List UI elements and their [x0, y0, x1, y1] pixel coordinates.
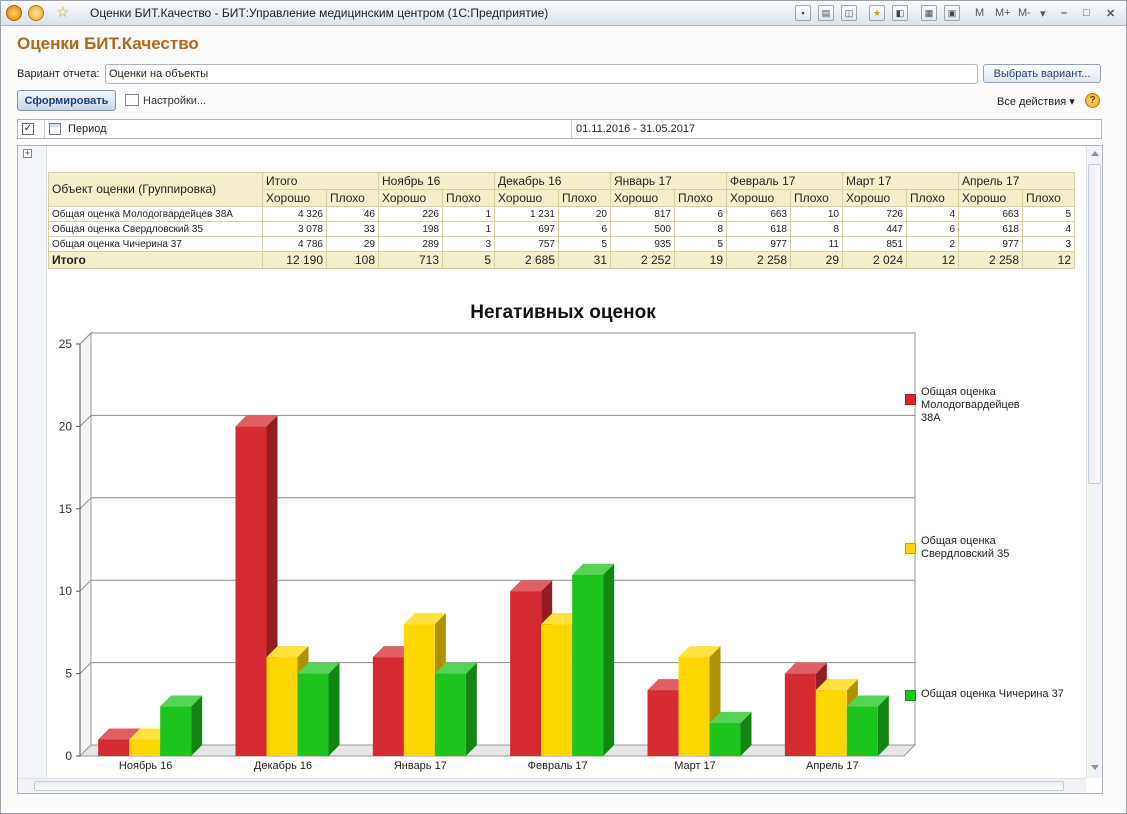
legend-label: Общая оценка Свердловский 35	[921, 535, 1010, 560]
settings-icon[interactable]	[125, 94, 139, 106]
maximize-icon[interactable]: □	[1083, 7, 1090, 19]
bar	[541, 624, 573, 756]
horizontal-scroll-thumb[interactable]	[34, 781, 1064, 791]
variant-field[interactable]: Оценки на объекты	[105, 64, 978, 84]
y-tick-label: 20	[59, 419, 73, 433]
x-tick-label: Ноябрь 16	[119, 760, 172, 772]
bar	[266, 657, 298, 756]
bar	[129, 739, 161, 756]
page-title: Оценки БИТ.Качество	[17, 34, 199, 53]
bar	[647, 690, 679, 756]
bar	[678, 657, 710, 756]
bar	[98, 739, 130, 756]
legend-swatch	[905, 394, 916, 405]
minimize-icon[interactable]: –	[1061, 7, 1067, 19]
y-tick-label: 25	[59, 337, 73, 351]
negative-ratings-chart: Негативных оценок 0 5 10 15 20 25 Ноябрь 16 Дека…	[59, 302, 917, 772]
calculator-icon[interactable]: ▦	[921, 5, 937, 21]
main-menu-icon[interactable]	[28, 5, 44, 21]
report-area[interactable]: + Объект оценки (Группировка) Итого Ноябрь…	[17, 145, 1103, 794]
bar	[235, 426, 267, 756]
calendar-icon	[49, 123, 61, 135]
bar	[846, 706, 878, 756]
divider	[44, 120, 45, 138]
scroll-up-arrow-icon[interactable]	[1091, 151, 1099, 156]
y-tick-label: 15	[59, 502, 73, 516]
legend-label: Общая оценка Молодогвардейцев 38А	[921, 386, 1020, 424]
period-row: ✓ Период 01.11.2016 - 31.05.2017	[17, 119, 1102, 139]
bar-side	[603, 563, 615, 756]
bar	[160, 706, 192, 756]
legend-item: Общая оценка Чичерина 37	[905, 688, 1075, 716]
vertical-scrollbar[interactable]	[1086, 146, 1102, 778]
x-tick-label: Декабрь 16	[254, 760, 312, 772]
titlebar-menu-chevron-icon[interactable]: ▾	[1040, 7, 1046, 20]
app-logo-icon[interactable]	[6, 5, 22, 21]
generate-report-button[interactable]: Сформировать	[17, 90, 116, 111]
settings-link[interactable]: Настройки...	[143, 95, 206, 107]
bar	[510, 591, 542, 756]
choose-variant-button[interactable]: Выбрать вариант...	[983, 64, 1101, 83]
chart-side-wall	[79, 331, 92, 758]
window-title: Оценки БИТ.Качество - БИТ:Управление мед…	[90, 6, 549, 20]
bar	[403, 624, 435, 756]
print-icon[interactable]: ▤	[818, 5, 834, 21]
divider	[571, 120, 572, 138]
legend-label: Общая оценка Чичерина 37	[921, 688, 1064, 700]
help-icon[interactable]: ?	[1085, 93, 1100, 108]
favorites-star-icon[interactable]: ☆	[56, 5, 72, 21]
x-tick-label: Март 17	[674, 760, 716, 772]
memory-m-button[interactable]: M	[975, 7, 984, 19]
legend-swatch	[905, 543, 916, 554]
variant-label: Вариант отчета:	[17, 68, 100, 80]
bar	[784, 673, 816, 756]
all-actions-menu[interactable]: Все действия ▾	[997, 95, 1075, 108]
history-icon[interactable]: ◧	[892, 5, 908, 21]
bar-side	[465, 662, 477, 756]
period-value[interactable]: 01.11.2016 - 31.05.2017	[576, 123, 695, 135]
scroll-down-arrow-icon[interactable]	[1091, 765, 1099, 770]
memory-minus-button[interactable]: M-	[1018, 7, 1031, 19]
bar	[434, 673, 466, 756]
period-checkbox[interactable]: ✓	[22, 123, 34, 135]
vertical-scroll-thumb[interactable]	[1088, 164, 1101, 484]
bar-side	[328, 662, 340, 756]
add-favorite-icon[interactable]: ★	[869, 5, 885, 21]
x-tick-label: Февраль 17	[528, 760, 588, 772]
calendar-icon[interactable]: ▣	[944, 5, 960, 21]
bar	[372, 657, 404, 756]
chart-title: Негативных оценок	[470, 302, 656, 323]
close-icon[interactable]: ✕	[1106, 7, 1115, 20]
period-label: Период	[68, 123, 107, 135]
preview-icon[interactable]: ◫	[841, 5, 857, 21]
x-tick-label: Январь 17	[394, 760, 447, 772]
y-tick-label: 5	[65, 667, 72, 681]
memory-plus-button[interactable]: M+	[995, 7, 1011, 19]
legend-swatch	[905, 690, 916, 701]
bar	[572, 574, 604, 756]
x-tick-label: Апрель 17	[806, 760, 859, 772]
y-tick-label: 0	[65, 749, 72, 763]
bar	[709, 723, 741, 756]
save-icon[interactable]: ▪	[795, 5, 811, 21]
bar	[297, 673, 329, 756]
bar	[815, 690, 847, 756]
y-tick-label: 10	[59, 584, 73, 598]
legend-item: Общая оценка Свердловский 35	[905, 535, 1075, 563]
legend-item: Общая оценка Молодогвардейцев 38А	[905, 386, 1075, 424]
horizontal-scrollbar[interactable]	[18, 778, 1086, 793]
title-bar: ☆ Оценки БИТ.Качество - БИТ:Управление м…	[1, 1, 1126, 26]
